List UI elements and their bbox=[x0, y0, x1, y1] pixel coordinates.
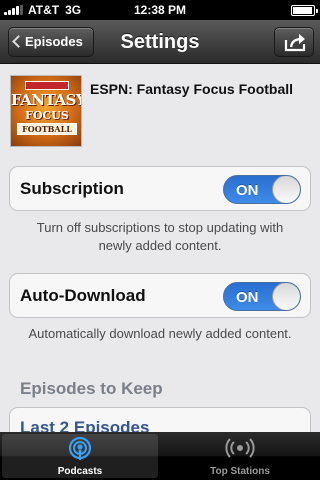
tab-top-stations[interactable]: Top Stations bbox=[162, 434, 318, 478]
battery-level bbox=[293, 7, 312, 14]
toggle-knob bbox=[272, 283, 300, 310]
top-stations-icon bbox=[225, 438, 255, 458]
auto-download-label: Auto-Download bbox=[20, 286, 146, 305]
back-chevron-icon bbox=[12, 35, 25, 48]
artwork-line-2: FOCUS bbox=[25, 109, 69, 122]
auto-download-toggle[interactable]: ON bbox=[223, 282, 301, 311]
subscription-footnote: Turn off subscriptions to stop updating … bbox=[36, 220, 284, 253]
podcast-title: ESPN: Fantasy Focus Football bbox=[90, 81, 294, 97]
settings-content[interactable]: FANTASY FOCUS FOOTBALL ESPN: Fantasy Foc… bbox=[0, 65, 320, 432]
artwork-espn-strip bbox=[25, 81, 69, 90]
subscription-toggle-state: ON bbox=[236, 182, 259, 199]
status-bar: AT&T 3G 12:38 PM bbox=[0, 0, 320, 20]
podcast-header: FANTASY FOCUS FOOTBALL ESPN: Fantasy Foc… bbox=[10, 73, 310, 147]
back-button[interactable]: Episodes bbox=[8, 27, 94, 57]
toggle-knob bbox=[272, 176, 300, 203]
status-time: 12:38 PM bbox=[133, 3, 187, 17]
tab-podcasts[interactable]: Podcasts bbox=[2, 434, 158, 478]
back-button-label: Episodes bbox=[25, 34, 83, 49]
podcasts-icon bbox=[68, 437, 92, 460]
auto-download-toggle-state: ON bbox=[236, 289, 259, 306]
navigation-bar: Settings Episodes bbox=[0, 20, 320, 64]
share-button[interactable] bbox=[274, 27, 314, 57]
artwork-line-3: FOOTBALL bbox=[17, 123, 77, 135]
episodes-to-keep-option[interactable]: Last 2 Episodes bbox=[9, 407, 311, 432]
tab-podcasts-label: Podcasts bbox=[57, 466, 103, 477]
episodes-to-keep-selected: Last 2 Episodes bbox=[20, 418, 150, 432]
auto-download-row: Auto-Download ON bbox=[9, 273, 311, 318]
podcast-artwork: FANTASY FOCUS FOOTBALL bbox=[10, 75, 82, 147]
tab-bar: Podcasts Top Stations bbox=[0, 432, 320, 480]
episodes-to-keep-header: Episodes to Keep bbox=[20, 379, 163, 398]
tab-top-stations-label: Top Stations bbox=[210, 466, 270, 477]
battery-icon bbox=[291, 5, 318, 16]
share-icon bbox=[284, 34, 306, 52]
auto-download-footnote: Automatically download newly added conte… bbox=[28, 326, 292, 341]
subscription-label: Subscription bbox=[20, 179, 124, 198]
subscription-toggle[interactable]: ON bbox=[223, 175, 301, 204]
artwork-line-1: FANTASY bbox=[11, 91, 82, 109]
subscription-row: Subscription ON bbox=[9, 166, 311, 211]
